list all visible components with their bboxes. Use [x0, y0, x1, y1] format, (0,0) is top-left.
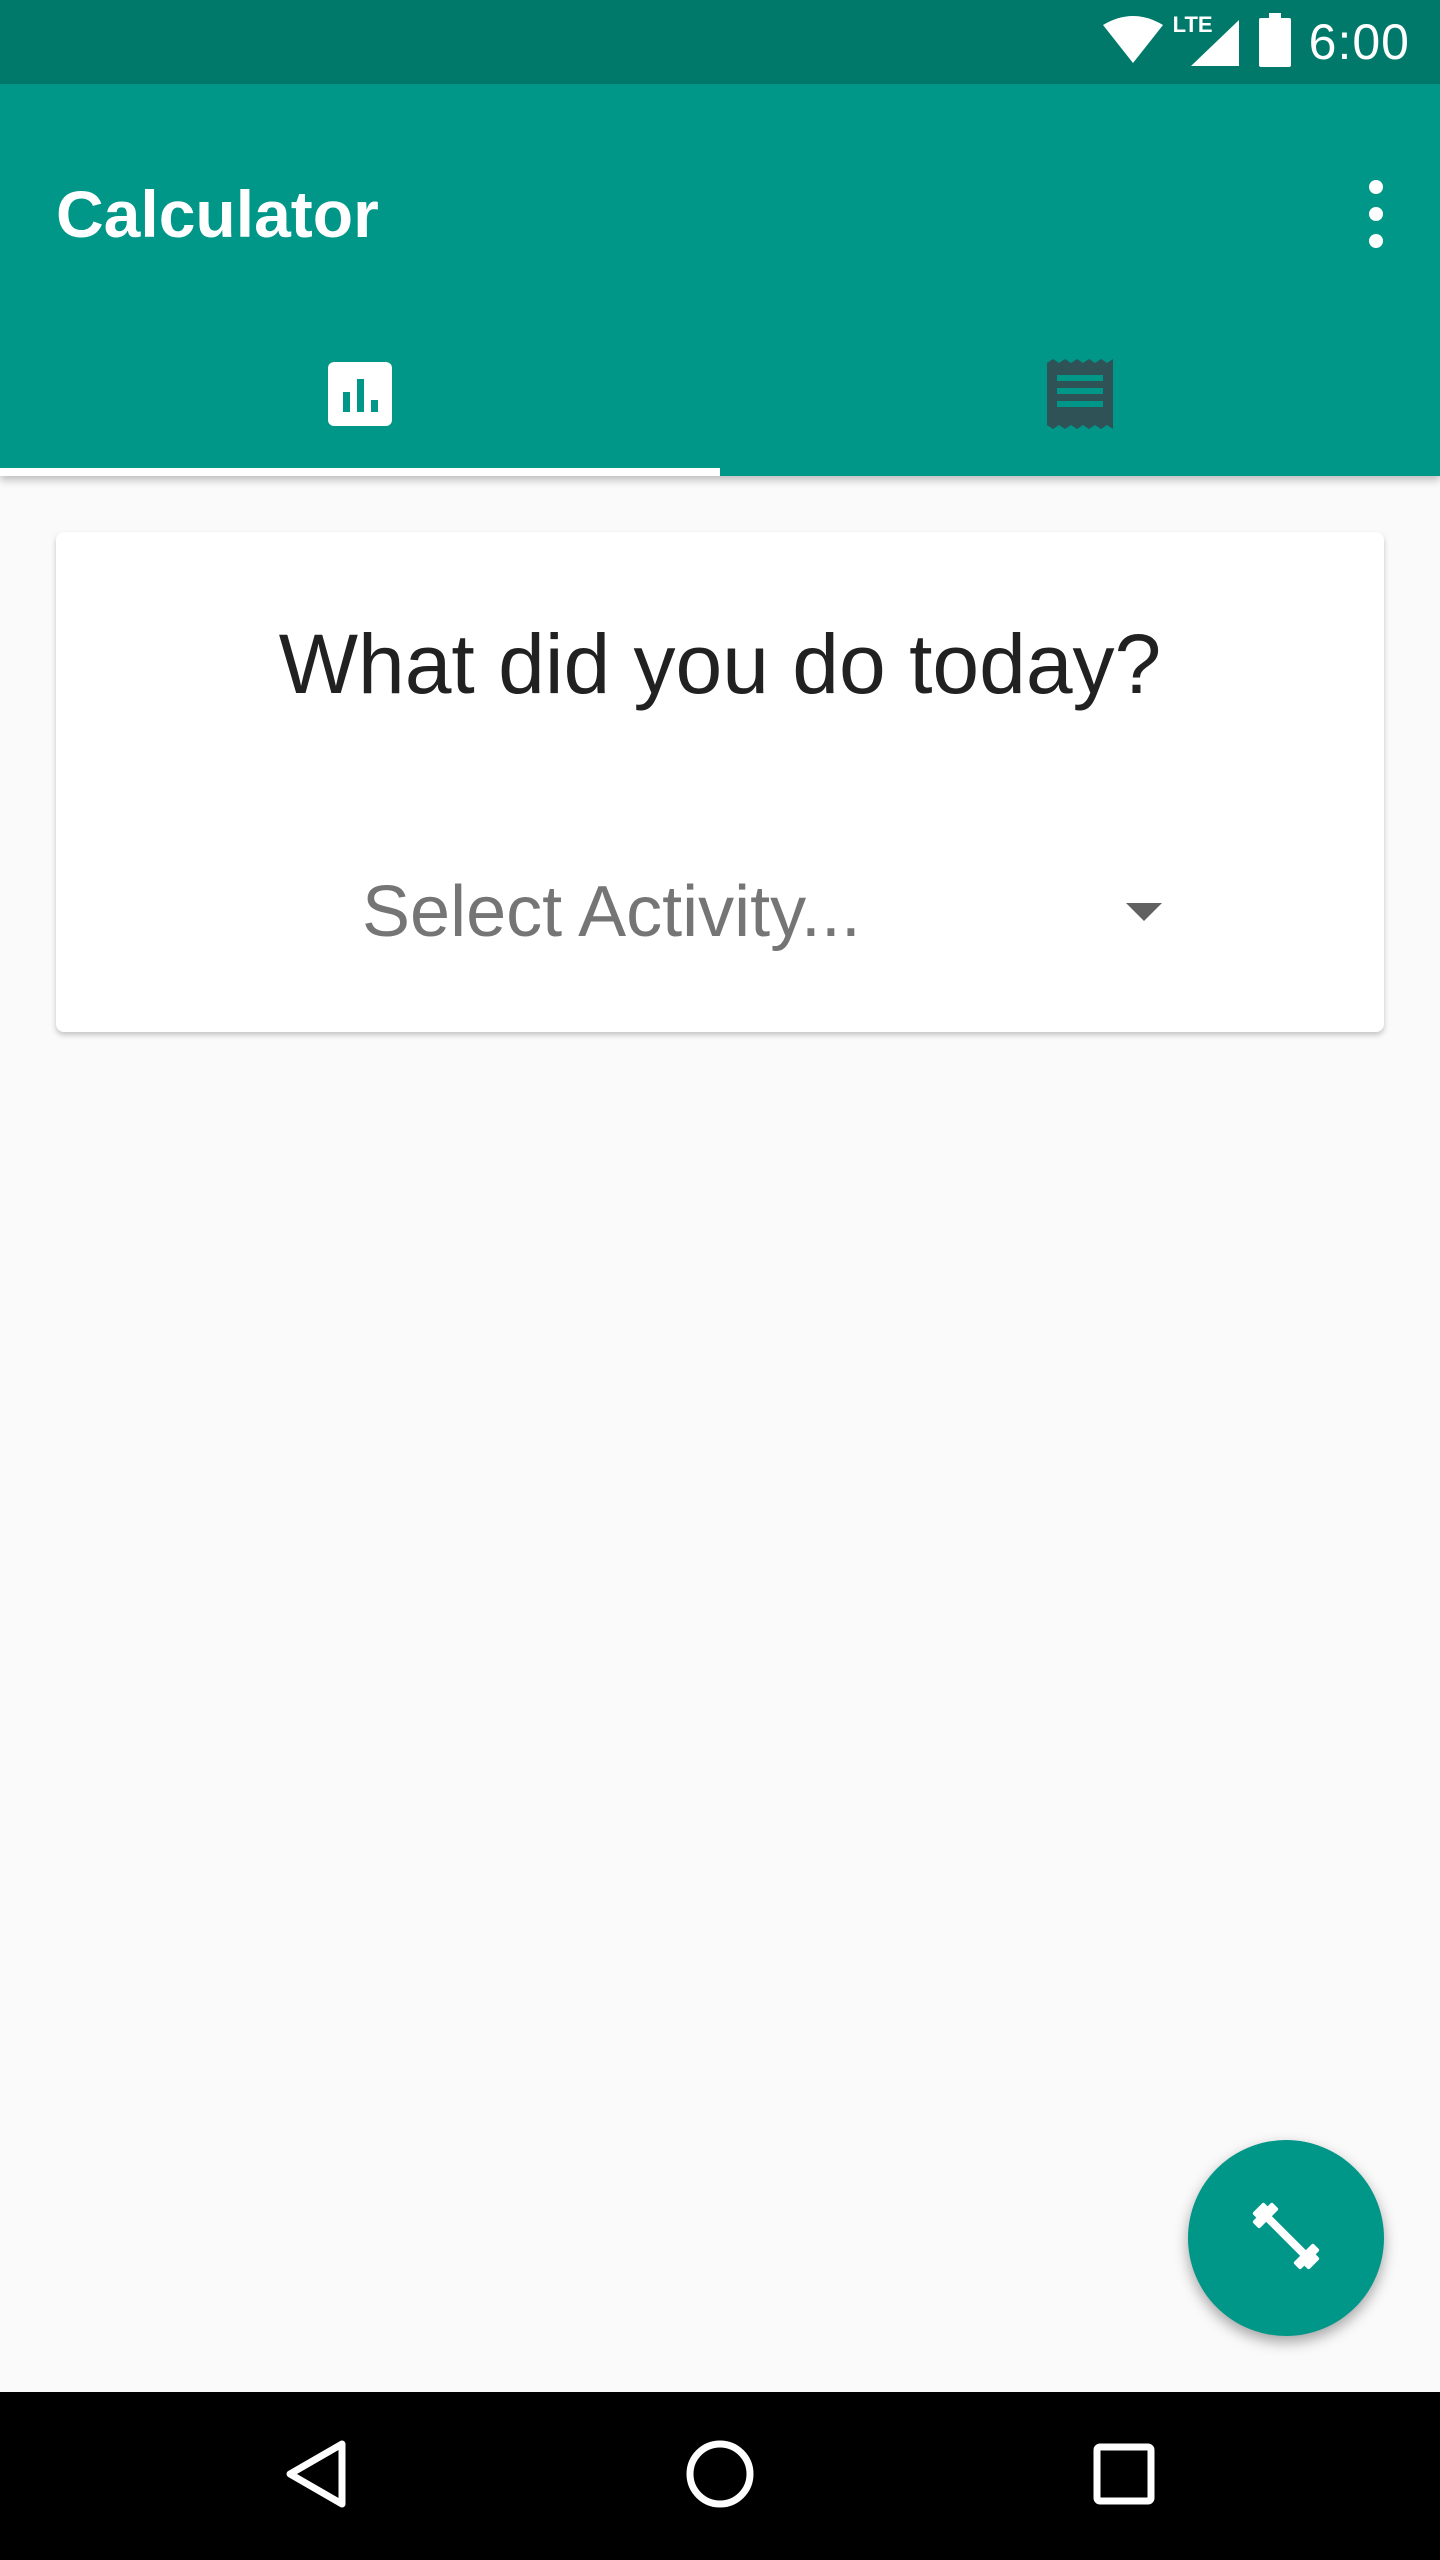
tab-stats[interactable]	[0, 316, 720, 476]
tab-bar	[0, 316, 1440, 476]
activity-card: What did you do today? Select Activity..…	[56, 532, 1384, 1032]
activity-spinner[interactable]: Select Activity...	[362, 852, 1162, 972]
recents-button[interactable]	[1084, 2436, 1164, 2516]
tab-log[interactable]	[720, 316, 1440, 476]
bar-chart-icon	[328, 361, 392, 431]
status-icons: LTE 6:00	[1083, 0, 1410, 84]
battery-icon	[1258, 12, 1291, 72]
activity-spinner-value: Select Activity...	[362, 872, 861, 952]
wifi-icon	[1101, 15, 1165, 70]
recents-icon	[1093, 2443, 1155, 2510]
back-icon	[284, 2438, 348, 2515]
dumbbell-icon	[1246, 2196, 1326, 2281]
cell-signal-icon: LTE	[1173, 12, 1241, 68]
dropdown-arrow-icon	[1126, 903, 1162, 921]
status-bar: LTE 6:00	[0, 0, 1440, 84]
app-bar: Calculator	[0, 84, 1440, 476]
app-title: Calculator	[56, 177, 379, 251]
back-button[interactable]	[276, 2436, 356, 2516]
add-workout-fab[interactable]	[1188, 2140, 1384, 2336]
receipt-icon	[1047, 358, 1113, 434]
more-options-button[interactable]	[1352, 174, 1400, 254]
home-button[interactable]	[680, 2436, 760, 2516]
question-heading: What did you do today?	[278, 617, 1162, 711]
clock: 6:00	[1308, 14, 1410, 70]
home-icon	[685, 2439, 755, 2514]
screen: LTE 6:00 Calculator What did you do toda…	[0, 0, 1440, 2560]
tab-indicator	[0, 468, 720, 476]
navigation-bar	[0, 2392, 1440, 2560]
network-type-label: LTE	[1172, 12, 1213, 37]
